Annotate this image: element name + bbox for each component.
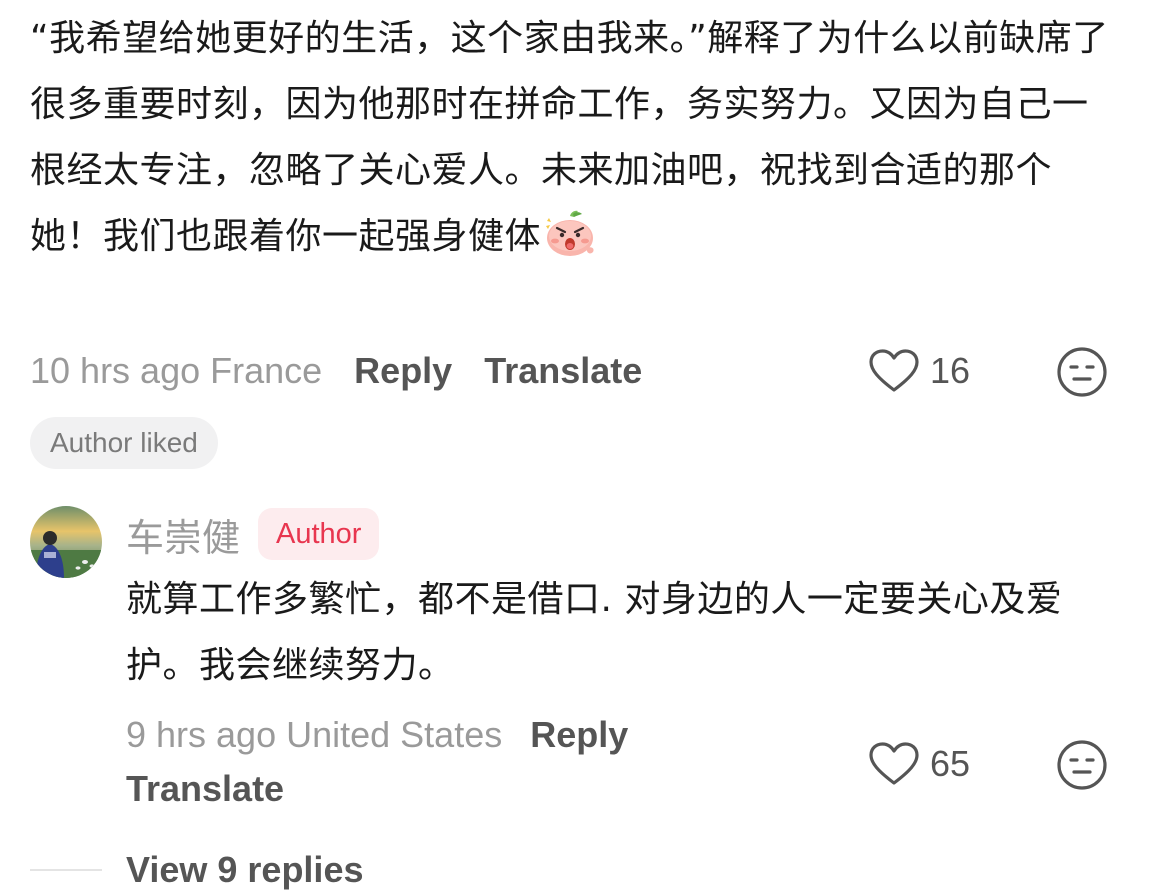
reply-author-name[interactable]: 车崇健 [126,507,240,562]
reply-button[interactable]: Reply [354,350,452,392]
dislike-face-icon[interactable] [1056,739,1108,791]
dislike-face-icon[interactable] [1056,346,1108,398]
like-count: 65 [930,743,971,784]
reply-time-location: 9 hrs ago United States [126,714,503,755]
peach-shocked-emoji-icon [543,208,597,258]
heart-icon [869,349,919,392]
like-button[interactable]: 65 [868,741,970,787]
author-liked-badge: Author liked [30,417,218,469]
comment: “我希望给她更好的生活，这个家由我来。”解释了为什么以前缺席了很多重要时刻，因为… [30,6,1120,270]
comment-time-location: 10 hrs ago France [30,350,323,391]
view-replies-button[interactable]: View 9 replies [30,844,363,892]
author-badge: Author [258,508,380,560]
comment-text: “我希望给她更好的生活，这个家由我来。”解释了为什么以前缺席了很多重要时刻，因为… [30,6,1120,270]
like-count: 16 [930,350,971,391]
reply-text: 就算工作多繁忙，都不是借口. 对身边的人一定要关心及爱护。我会继续努力。 [126,579,1063,686]
translate-button[interactable]: Translate [484,350,642,392]
comment-meta: 10 hrs ago France Reply Translate [30,346,642,396]
avatar[interactable] [30,506,102,578]
like-button[interactable]: 16 [868,348,970,394]
reply-meta: 9 hrs ago United States Reply Translate [126,708,726,816]
view-replies-label: View 9 replies [126,849,364,890]
heart-icon [869,742,919,785]
reply-header: 车崇健 Author [126,506,380,562]
comment-thread: “我希望给她更好的生活，这个家由我来。”解释了为什么以前缺席了很多重要时刻，因为… [0,0,1157,892]
divider-line [30,869,102,871]
translate-button[interactable]: Translate [126,768,284,809]
reply-button[interactable]: Reply [530,714,628,755]
